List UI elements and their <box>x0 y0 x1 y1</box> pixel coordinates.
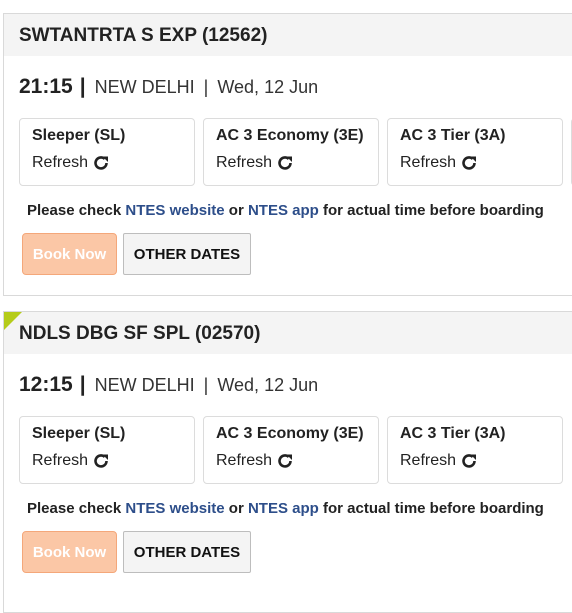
train-card-header: SWTANTRTA S EXP (12562) <box>4 14 572 56</box>
class-name: Sleeper (SL) <box>32 127 126 144</box>
class-box-3a[interactable]: AC 3 Tier (3A) Refresh <box>387 118 563 186</box>
class-name: Sleeper (SL) <box>32 425 126 442</box>
refresh-icon[interactable] <box>92 154 110 172</box>
ntes-notice: Please check NTES website or NTES app fo… <box>27 202 544 219</box>
refresh-icon[interactable] <box>460 154 478 172</box>
departure-station: NEW DELHI <box>94 77 195 97</box>
ntes-prefix: Please check <box>27 500 122 517</box>
train-card: SWTANTRTA S EXP (12562) 21:15 | NEW DELH… <box>3 13 572 296</box>
refresh-button[interactable]: Refresh <box>216 154 294 172</box>
departure-station: NEW DELHI <box>94 375 195 395</box>
refresh-label: Refresh <box>216 154 273 171</box>
time-separator: | <box>79 75 86 98</box>
class-name: AC 3 Economy (3E) <box>216 425 364 442</box>
time-separator: | <box>79 373 86 396</box>
ntes-website-link[interactable]: NTES website <box>125 202 224 219</box>
book-now-button[interactable]: Book Now <box>22 531 117 573</box>
ntes-website-link[interactable]: NTES website <box>125 500 224 517</box>
class-box-3e[interactable]: AC 3 Economy (3E) Refresh <box>203 416 379 484</box>
ntes-or: or <box>228 202 244 219</box>
refresh-label: Refresh <box>400 154 457 171</box>
refresh-button[interactable]: Refresh <box>216 452 294 470</box>
refresh-label: Refresh <box>216 452 273 469</box>
ntes-prefix: Please check <box>27 202 122 219</box>
ntes-suffix: for actual time before boarding <box>322 202 544 219</box>
ntes-notice: Please check NTES website or NTES app fo… <box>27 500 544 517</box>
book-now-button[interactable]: Book Now <box>22 233 117 275</box>
train-card-header: NDLS DBG SF SPL (02570) <box>4 312 572 354</box>
departure-date: Wed, 12 Jun <box>217 77 319 97</box>
ntes-suffix: for actual time before boarding <box>322 500 544 517</box>
other-dates-button[interactable]: OTHER DATES <box>123 531 251 573</box>
train-name[interactable]: SWTANTRTA S EXP (12562) <box>19 25 267 47</box>
departure-info: 21:15 | NEW DELHI | Wed, 12 Jun <box>19 75 318 99</box>
class-name: AC 3 Tier (3A) <box>400 425 506 442</box>
refresh-button[interactable]: Refresh <box>400 452 478 470</box>
class-box-3a[interactable]: AC 3 Tier (3A) Refresh <box>387 416 563 484</box>
refresh-label: Refresh <box>400 452 457 469</box>
train-card: NDLS DBG SF SPL (02570) 12:15 | NEW DELH… <box>3 311 572 613</box>
departure-info: 12:15 | NEW DELHI | Wed, 12 Jun <box>19 373 318 397</box>
refresh-icon[interactable] <box>276 452 294 470</box>
refresh-icon[interactable] <box>460 452 478 470</box>
ntes-or: or <box>228 500 244 517</box>
refresh-button[interactable]: Refresh <box>400 154 478 172</box>
train-name[interactable]: NDLS DBG SF SPL (02570) <box>19 323 260 345</box>
departure-time: 21:15 <box>19 75 73 98</box>
class-box-3e[interactable]: AC 3 Economy (3E) Refresh <box>203 118 379 186</box>
date-separator: | <box>203 77 209 97</box>
date-separator: | <box>203 375 209 395</box>
other-dates-button[interactable]: OTHER DATES <box>123 233 251 275</box>
class-box-sl[interactable]: Sleeper (SL) Refresh <box>19 118 195 186</box>
refresh-label: Refresh <box>32 154 89 171</box>
refresh-label: Refresh <box>32 452 89 469</box>
departure-time: 12:15 <box>19 373 73 396</box>
refresh-button[interactable]: Refresh <box>32 154 110 172</box>
ntes-app-link[interactable]: NTES app <box>248 202 319 219</box>
refresh-icon[interactable] <box>92 452 110 470</box>
class-box-sl[interactable]: Sleeper (SL) Refresh <box>19 416 195 484</box>
refresh-button[interactable]: Refresh <box>32 452 110 470</box>
class-name: AC 3 Tier (3A) <box>400 127 506 144</box>
departure-date: Wed, 12 Jun <box>217 375 319 395</box>
class-name: AC 3 Economy (3E) <box>216 127 364 144</box>
ntes-app-link[interactable]: NTES app <box>248 500 319 517</box>
refresh-icon[interactable] <box>276 154 294 172</box>
